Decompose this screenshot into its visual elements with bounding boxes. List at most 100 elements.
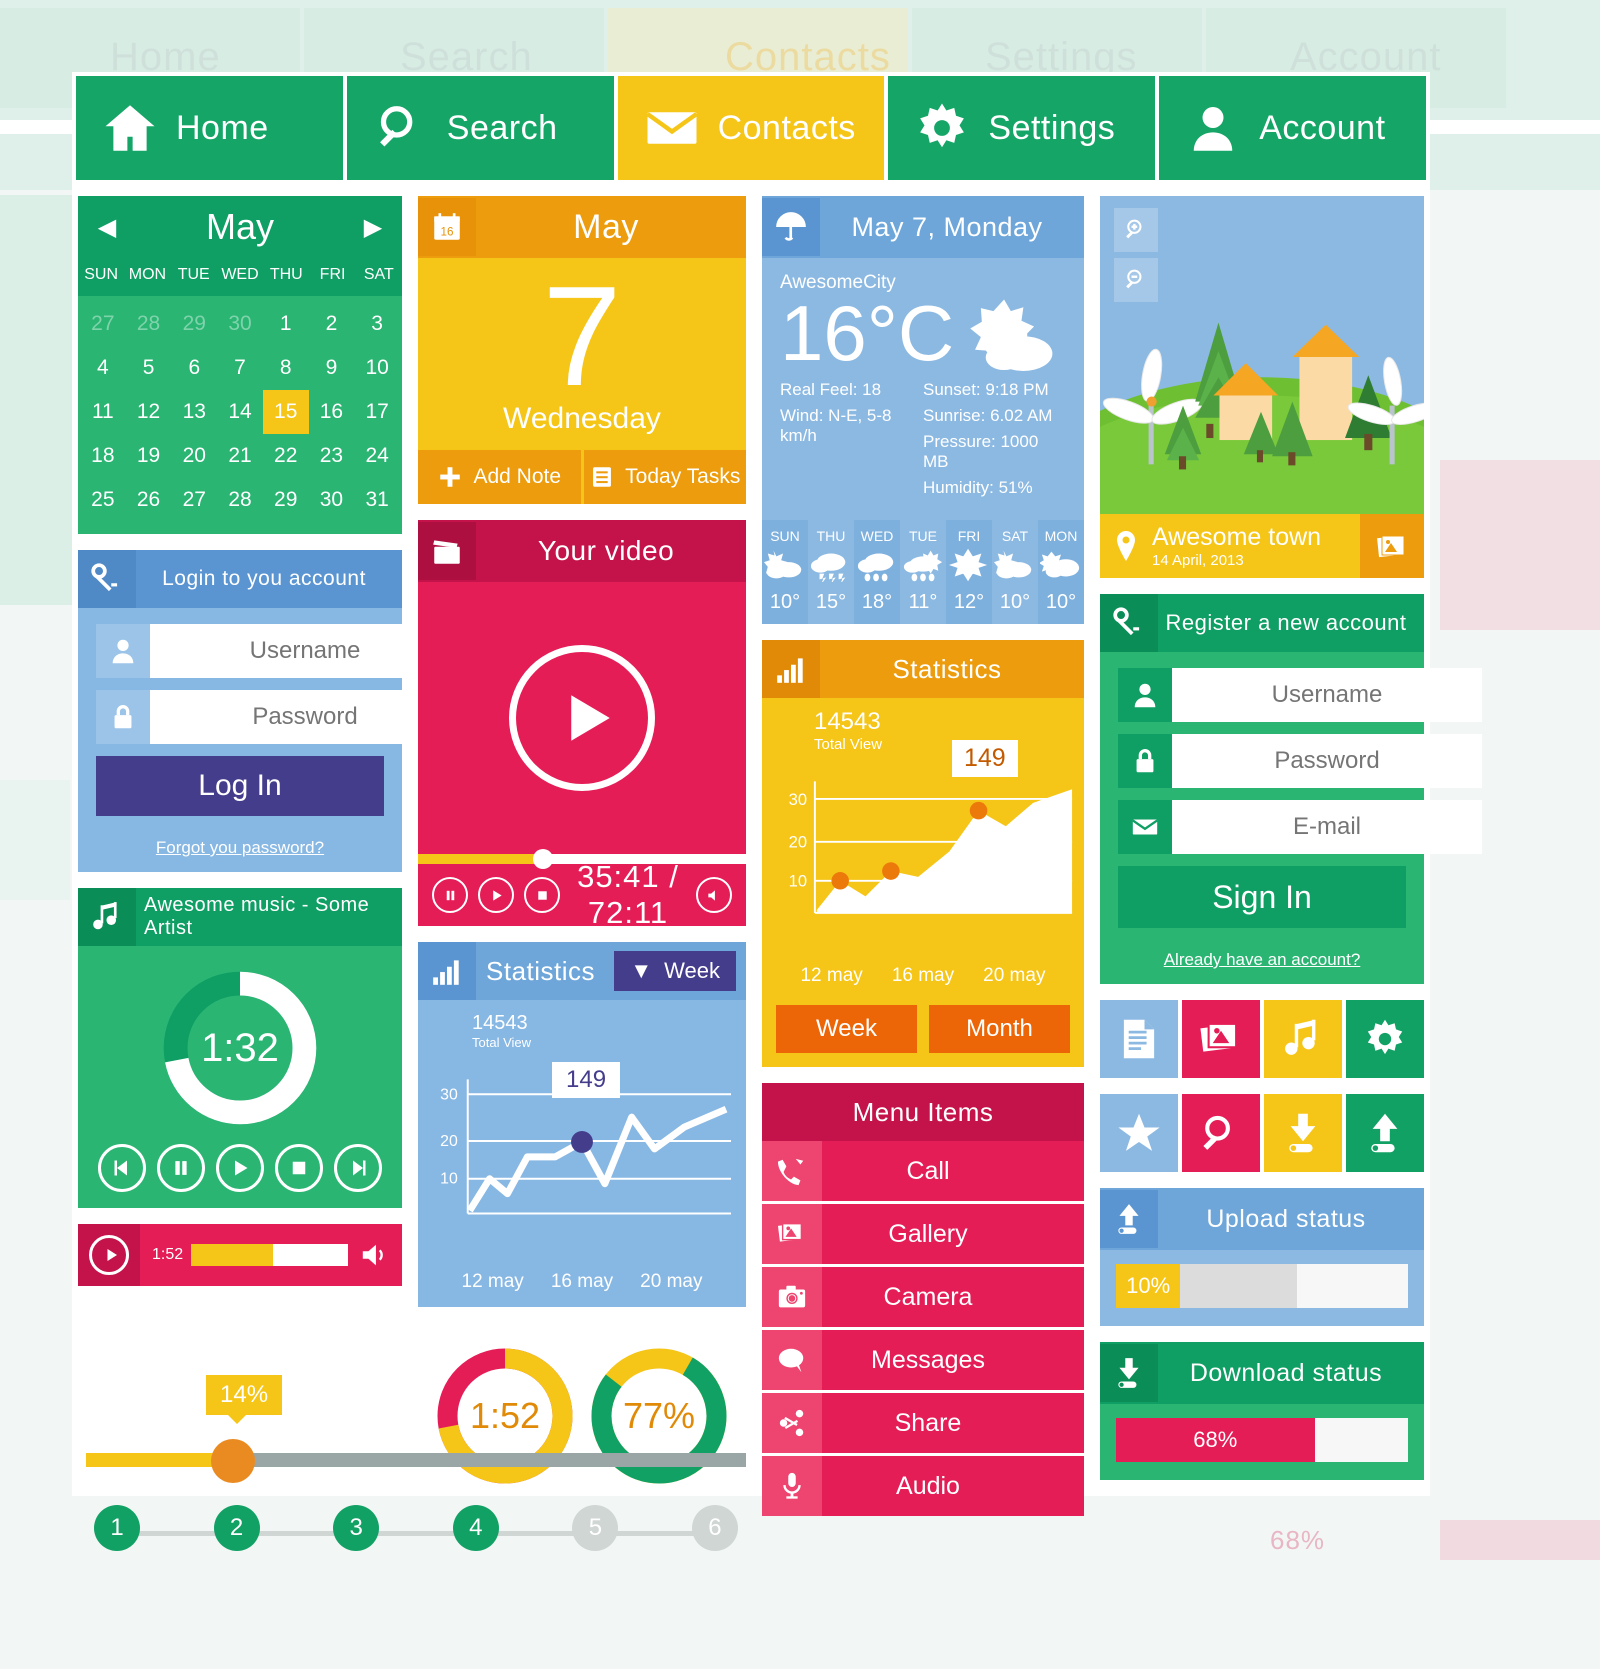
login-title: Login to you account xyxy=(162,567,366,590)
login-password-input[interactable] xyxy=(150,690,460,744)
login-submit-button[interactable]: Log In xyxy=(96,756,384,816)
icon-tile[interactable] xyxy=(1182,1000,1260,1078)
calendar-day[interactable]: 14 xyxy=(217,390,263,434)
step-circle[interactable]: 4 xyxy=(452,1505,499,1551)
audio-play-button[interactable] xyxy=(78,1224,140,1286)
calendar-day[interactable]: 27 xyxy=(171,478,217,522)
calendar-day[interactable]: 13 xyxy=(171,390,217,434)
step-circle[interactable]: 2 xyxy=(213,1505,260,1551)
stop-icon[interactable] xyxy=(275,1144,324,1192)
menu-item[interactable]: Share xyxy=(761,1393,1084,1454)
video-seek-knob[interactable] xyxy=(532,849,553,869)
nav-item-search[interactable]: Search xyxy=(346,76,614,180)
month-button[interactable]: Month xyxy=(929,1005,1071,1054)
calendar-day[interactable]: 30 xyxy=(217,302,263,346)
prev-icon[interactable] xyxy=(97,1144,146,1192)
calendar-day[interactable]: 29 xyxy=(171,302,217,346)
icon-tile[interactable] xyxy=(1264,1094,1342,1172)
icon-tile[interactable] xyxy=(1100,1000,1178,1078)
calendar-day[interactable]: 9 xyxy=(309,346,355,390)
calendar-day[interactable]: 7 xyxy=(217,346,263,390)
menu-item[interactable]: Call xyxy=(761,1141,1084,1202)
calendar-day[interactable]: 3 xyxy=(354,302,400,346)
calendar-day[interactable]: 24 xyxy=(354,434,400,478)
calendar-day-grid[interactable]: 27 28 29 30 1 2 3 4 5 6 7 8 9 10 11 12 13 14 15 16 17 18 19 20 2… xyxy=(78,296,402,534)
zoom-in-icon[interactable] xyxy=(1114,208,1158,252)
calendar-day[interactable]: 29 xyxy=(263,478,309,522)
calendar-day[interactable]: 16 xyxy=(309,390,355,434)
step-circle[interactable]: 1 xyxy=(94,1505,140,1551)
calendar-prev-button[interactable]: ◀ xyxy=(92,213,122,242)
icon-tile[interactable] xyxy=(1346,1094,1424,1172)
week-button[interactable]: Week xyxy=(775,1005,917,1054)
icon-tile[interactable] xyxy=(1264,1000,1342,1078)
speaker-icon[interactable] xyxy=(695,877,732,913)
calendar-day[interactable]: 30 xyxy=(309,478,355,522)
register-email-input[interactable] xyxy=(1172,800,1482,854)
calendar-day[interactable]: 31 xyxy=(354,478,400,522)
calendar-day[interactable]: 26 xyxy=(126,478,172,522)
play-icon[interactable] xyxy=(215,1144,264,1192)
calendar-day[interactable]: 28 xyxy=(217,478,263,522)
icon-tile[interactable] xyxy=(1182,1094,1260,1172)
menu-item[interactable]: Gallery xyxy=(761,1204,1084,1265)
register-submit-button[interactable]: Sign In xyxy=(1118,866,1406,928)
video-seek-bar[interactable] xyxy=(418,849,746,869)
calendar-day[interactable]: 1 xyxy=(263,302,309,346)
calendar-day[interactable]: 20 xyxy=(171,434,217,478)
video-play-button[interactable] xyxy=(508,645,655,791)
register-username-input[interactable] xyxy=(1172,668,1482,722)
step-circle[interactable]: 5 xyxy=(572,1505,619,1551)
icon-tile[interactable] xyxy=(1100,1094,1178,1172)
calendar-day[interactable]: 22 xyxy=(263,434,309,478)
step-circle[interactable]: 3 xyxy=(333,1505,380,1551)
login-username-input[interactable] xyxy=(150,624,460,678)
calendar-day[interactable]: 17 xyxy=(354,390,400,434)
calendar-day[interactable]: 10 xyxy=(354,346,400,390)
pause-icon[interactable] xyxy=(156,1144,205,1192)
calendar-day[interactable]: 11 xyxy=(80,390,126,434)
calendar-day[interactable]: 2 xyxy=(309,302,355,346)
step-circle[interactable]: 6 xyxy=(691,1505,738,1551)
already-account-link[interactable]: Already have an account? xyxy=(1100,938,1424,984)
register-password-input[interactable] xyxy=(1172,734,1482,788)
calendar-day[interactable]: 5 xyxy=(126,346,172,390)
calendar-day[interactable]: 6 xyxy=(171,346,217,390)
next-icon[interactable] xyxy=(334,1144,383,1192)
calendar-day[interactable]: 25 xyxy=(80,478,126,522)
nav-item-home[interactable]: Home xyxy=(76,76,343,180)
calendar-next-button[interactable]: ▶ xyxy=(358,213,388,242)
speaker-icon[interactable] xyxy=(348,1240,402,1270)
play-icon[interactable] xyxy=(478,877,514,913)
slider-knob[interactable] xyxy=(211,1439,255,1483)
calendar-dow: WED xyxy=(221,266,259,283)
calendar-day[interactable]: 28 xyxy=(126,302,172,346)
calendar-day[interactable]: 21 xyxy=(217,434,263,478)
nav-item-settings[interactable]: Settings xyxy=(888,76,1156,180)
zoom-out-icon[interactable] xyxy=(1114,258,1158,302)
range-select[interactable]: ▼ Week xyxy=(614,951,736,991)
menu-item[interactable]: Audio xyxy=(761,1456,1084,1517)
calendar-day[interactable]: 4 xyxy=(80,346,126,390)
menu-item[interactable]: Camera xyxy=(761,1267,1084,1328)
range-slider[interactable]: 14% xyxy=(86,1375,746,1495)
calendar-day[interactable]: 23 xyxy=(309,434,355,478)
add-note-button[interactable]: Add Note xyxy=(418,450,584,504)
calendar-day[interactable]: 27 xyxy=(80,302,126,346)
today-tasks-button[interactable]: Today Tasks xyxy=(583,450,746,504)
stop-icon[interactable] xyxy=(524,877,560,913)
calendar-day[interactable]: 18 xyxy=(80,434,126,478)
calendar-day[interactable]: 15 xyxy=(262,390,309,434)
menu-item[interactable]: Messages xyxy=(761,1330,1084,1391)
forgot-password-link[interactable]: Forgot you password? xyxy=(78,826,402,872)
audio-seek-track[interactable] xyxy=(191,1244,348,1266)
gallery-icon[interactable] xyxy=(1360,514,1424,578)
register-username-row xyxy=(1118,668,1482,722)
pause-icon[interactable] xyxy=(432,877,468,913)
icon-tile[interactable] xyxy=(1346,1000,1424,1078)
calendar-day[interactable]: 19 xyxy=(126,434,172,478)
calendar-day[interactable]: 12 xyxy=(126,390,172,434)
calendar-day[interactable]: 8 xyxy=(263,346,309,390)
nav-item-contacts[interactable]: Contacts xyxy=(617,76,885,180)
nav-item-account[interactable]: Account xyxy=(1159,76,1426,180)
